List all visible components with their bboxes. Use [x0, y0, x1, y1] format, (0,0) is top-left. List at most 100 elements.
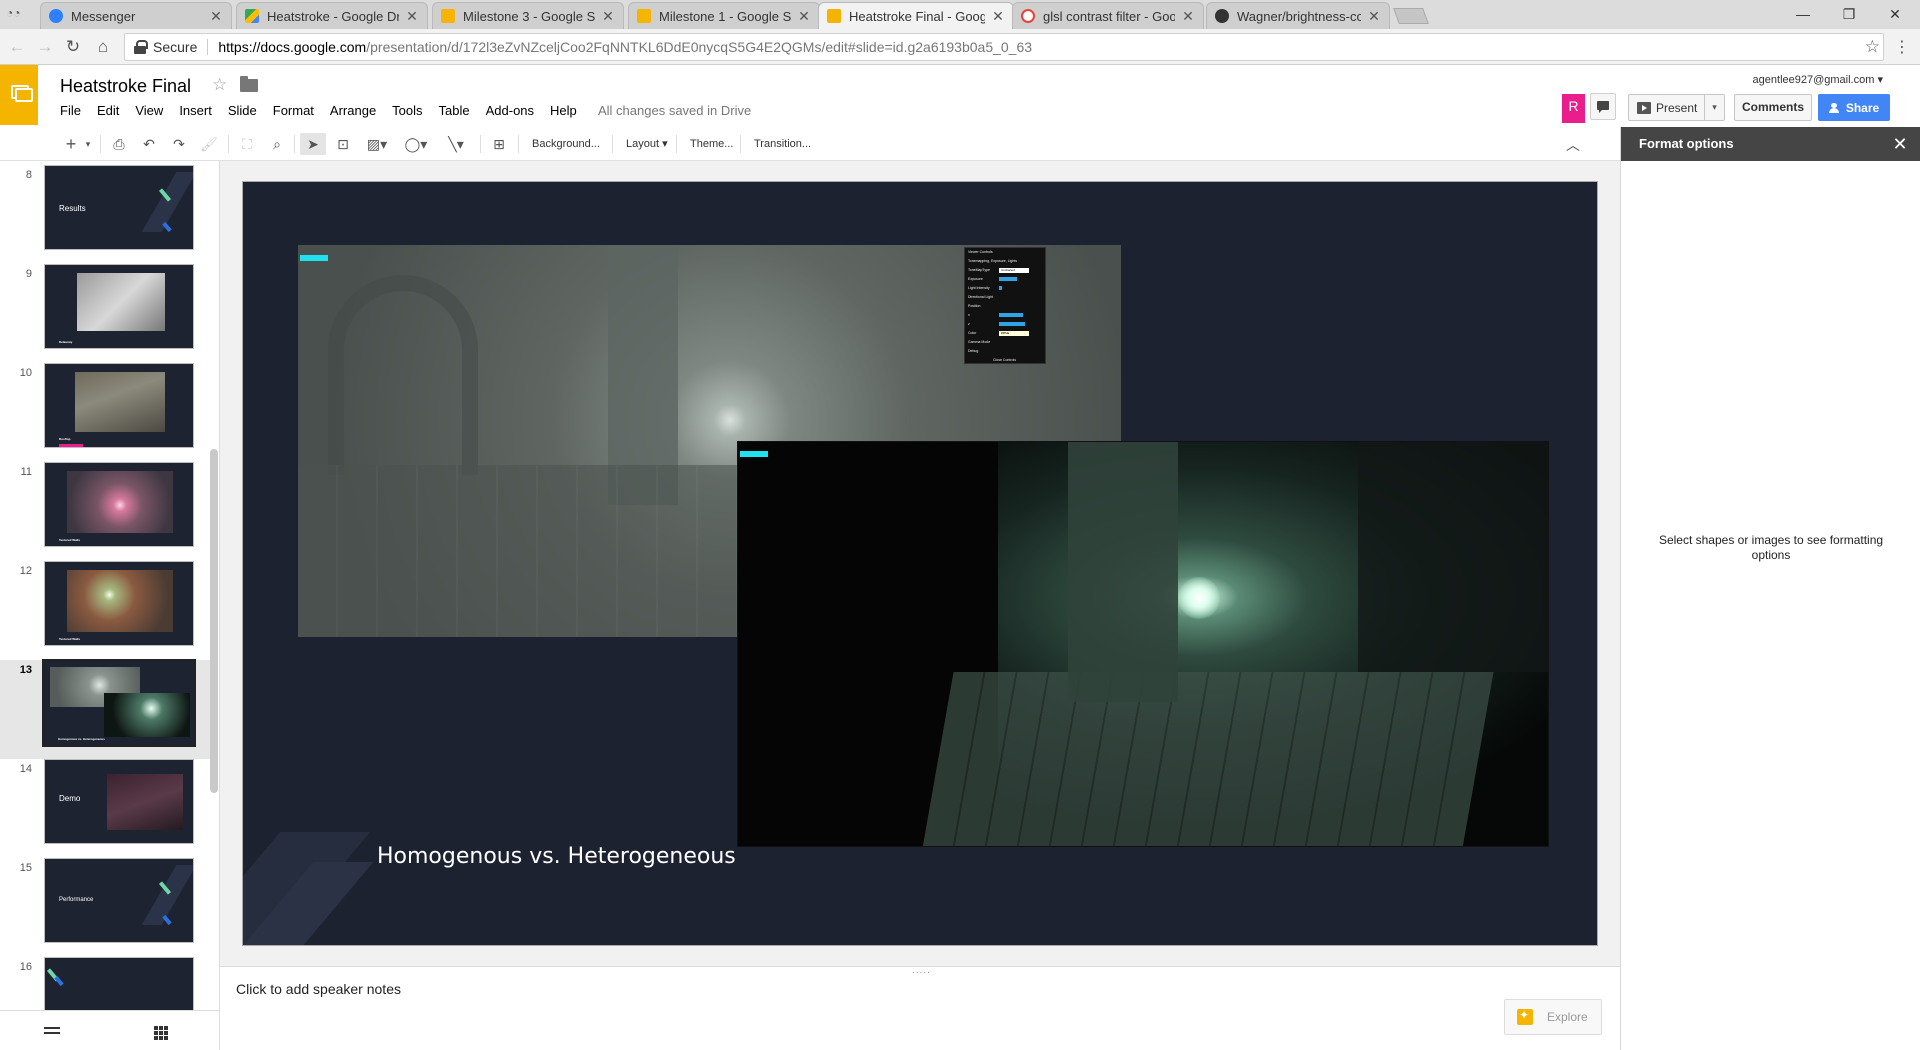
menu-edit[interactable]: Edit [89, 103, 127, 118]
menu-view[interactable]: View [127, 103, 171, 118]
menu-tools[interactable]: Tools [384, 103, 430, 118]
collapse-toolbar-icon[interactable]: ︿ [1566, 135, 1580, 155]
minimize-icon[interactable]: — [1780, 0, 1826, 28]
back-icon[interactable]: ← [6, 37, 28, 57]
speaker-notes[interactable]: ..... Click to add speaker notes Explore [220, 965, 1620, 1050]
slide-thumbnail[interactable]: 8 Results [0, 165, 210, 264]
new-slide-icon[interactable]: + [62, 133, 80, 155]
slide-preview: Textured Walls [44, 561, 194, 646]
restore-icon[interactable]: ❐ [1826, 0, 1872, 28]
browser-tab[interactable]: Heatstroke - Google Driv ✕ [236, 2, 428, 29]
heterogeneous-fog-image[interactable] [737, 441, 1549, 847]
current-slide[interactable]: Viewer Controls Tonemapping, Exposure, L… [242, 181, 1598, 946]
slide-thumbnail[interactable]: 10 Rooftop [0, 363, 210, 462]
slide-thumbnail[interactable]: 12 Textured Walls [0, 561, 210, 660]
present-button[interactable]: Present ▾ [1628, 94, 1725, 121]
bookmark-star-icon[interactable]: ☆ [1865, 37, 1880, 57]
close-icon[interactable]: ✕ [601, 8, 615, 25]
new-tab-button[interactable] [1393, 8, 1429, 24]
toolbar-separator [612, 135, 613, 153]
menu-format[interactable]: Format [265, 103, 322, 118]
folder-icon[interactable] [240, 76, 258, 92]
speaker-notes-placeholder[interactable]: Click to add speaker notes [236, 981, 401, 997]
shape-icon[interactable]: ◯▾ [400, 133, 432, 155]
google-icon [1021, 9, 1035, 23]
menu-arrange[interactable]: Arrange [322, 103, 384, 118]
home-icon[interactable]: ⌂ [92, 37, 114, 57]
menu-slide[interactable]: Slide [220, 103, 265, 118]
transition-button[interactable]: Transition... [754, 133, 811, 155]
slide-thumbnail[interactable]: 9 Delaunay [0, 264, 210, 363]
star-icon[interactable]: ☆ [212, 75, 227, 95]
menu-table[interactable]: Table [431, 103, 478, 118]
close-icon[interactable]: ✕ [1181, 8, 1195, 25]
fit-icon[interactable]: ⛶ [236, 133, 258, 155]
browser-tab[interactable]: Milestone 3 - Google Sli ✕ [432, 2, 624, 29]
resize-grip-icon[interactable]: ..... [912, 965, 931, 976]
close-icon[interactable]: ✕ [1888, 127, 1912, 161]
forward-icon[interactable]: → [34, 37, 56, 57]
background-button[interactable]: Background... [532, 133, 600, 155]
close-icon[interactable]: ✕ [797, 8, 811, 25]
gui-row: Debug [968, 349, 979, 353]
comments-button[interactable]: Comments [1734, 94, 1812, 121]
menu-add-ons[interactable]: Add-ons [478, 103, 542, 118]
account-email[interactable]: agentlee927@gmail.com ▾ [1753, 73, 1883, 86]
position-x-slider [999, 313, 1023, 317]
browser-tab[interactable]: Milestone 1 - Google Sli ✕ [628, 2, 820, 29]
line-icon[interactable]: ╲▾ [440, 133, 472, 155]
slide-thumbnail-current[interactable]: 13 Homogenous vs. Heterogeneous [0, 659, 210, 759]
document-title[interactable]: Heatstroke Final [60, 76, 191, 97]
menu-file[interactable]: File [52, 103, 89, 118]
undo-icon[interactable]: ↶ [138, 133, 160, 155]
browser-tab[interactable]: glsl contrast filter - Goog ✕ [1012, 2, 1204, 29]
close-icon[interactable]: ✕ [991, 8, 1005, 25]
slide-caption[interactable]: Homogenous vs. Heterogeneous [377, 844, 736, 869]
image-icon[interactable]: ▨▾ [362, 133, 392, 155]
new-slide-dropdown-icon[interactable]: ▾ [82, 133, 94, 155]
paint-format-icon[interactable]: 🖌 [198, 133, 220, 155]
arch-shape [328, 275, 478, 475]
collaborator-avatar[interactable]: R [1562, 94, 1585, 123]
browser-menu-icon[interactable]: ⋮ [1894, 37, 1910, 57]
close-icon[interactable]: ✕ [405, 8, 419, 25]
explore-button[interactable]: Explore [1504, 999, 1602, 1035]
close-icon[interactable]: ✕ [209, 8, 223, 25]
slides-logo-icon[interactable] [0, 65, 38, 125]
browser-tab[interactable]: Messenger ✕ [40, 2, 232, 29]
present-dropdown-icon[interactable]: ▾ [1704, 95, 1724, 120]
layout-button[interactable]: Layout ▾ [626, 133, 668, 155]
tab-label: Heatstroke - Google Driv [267, 8, 399, 24]
add-comment-icon[interactable]: ⊞ [488, 133, 510, 155]
menu-insert[interactable]: Insert [171, 103, 220, 118]
menu-help[interactable]: Help [542, 103, 585, 118]
address-bar[interactable]: Secure https://docs.google.com/presentat… [124, 33, 1884, 61]
browser-tab-active[interactable]: Heatstroke Final - Googl ✕ [818, 2, 1014, 29]
text-box-icon[interactable]: ⊡ [332, 133, 354, 155]
slide-thumbnail[interactable]: 16 [0, 957, 210, 1010]
close-window-icon[interactable]: ✕ [1872, 0, 1918, 28]
gui-row: Viewer Controls [968, 250, 993, 254]
reload-icon[interactable]: ↻ [62, 37, 84, 57]
filmstrip-scrollbar[interactable] [210, 449, 218, 793]
save-status[interactable]: All changes saved in Drive [598, 103, 751, 118]
theme-button[interactable]: Theme... [690, 133, 733, 155]
close-icon[interactable]: ✕ [1367, 8, 1381, 25]
redo-icon[interactable]: ↷ [168, 133, 190, 155]
share-person-icon [1828, 102, 1841, 113]
zoom-icon[interactable]: ⌕ [266, 133, 288, 155]
browser-tab[interactable]: Wagner/brightness-conti ✕ [1206, 2, 1390, 29]
slide-thumbnail[interactable]: 11 Textured Walls [0, 462, 210, 561]
share-button[interactable]: Share [1818, 94, 1890, 121]
slide-thumbnail[interactable]: 14 Demo [0, 759, 210, 858]
slide-canvas[interactable]: Viewer Controls Tonemapping, Exposure, L… [220, 161, 1620, 966]
list-view-icon[interactable] [44, 1027, 60, 1039]
grid-view-icon[interactable] [154, 1026, 168, 1040]
toolbar-separator [228, 135, 229, 153]
slide-thumbnail[interactable]: 15 Performance [0, 858, 210, 957]
select-cursor-icon[interactable]: ➤ [300, 133, 326, 155]
slide-preview: Textured Walls [44, 462, 194, 547]
tab-label: Heatstroke Final - Googl [849, 8, 985, 24]
chat-icon[interactable] [1590, 93, 1616, 120]
print-icon[interactable]: ⎙ [108, 133, 130, 155]
